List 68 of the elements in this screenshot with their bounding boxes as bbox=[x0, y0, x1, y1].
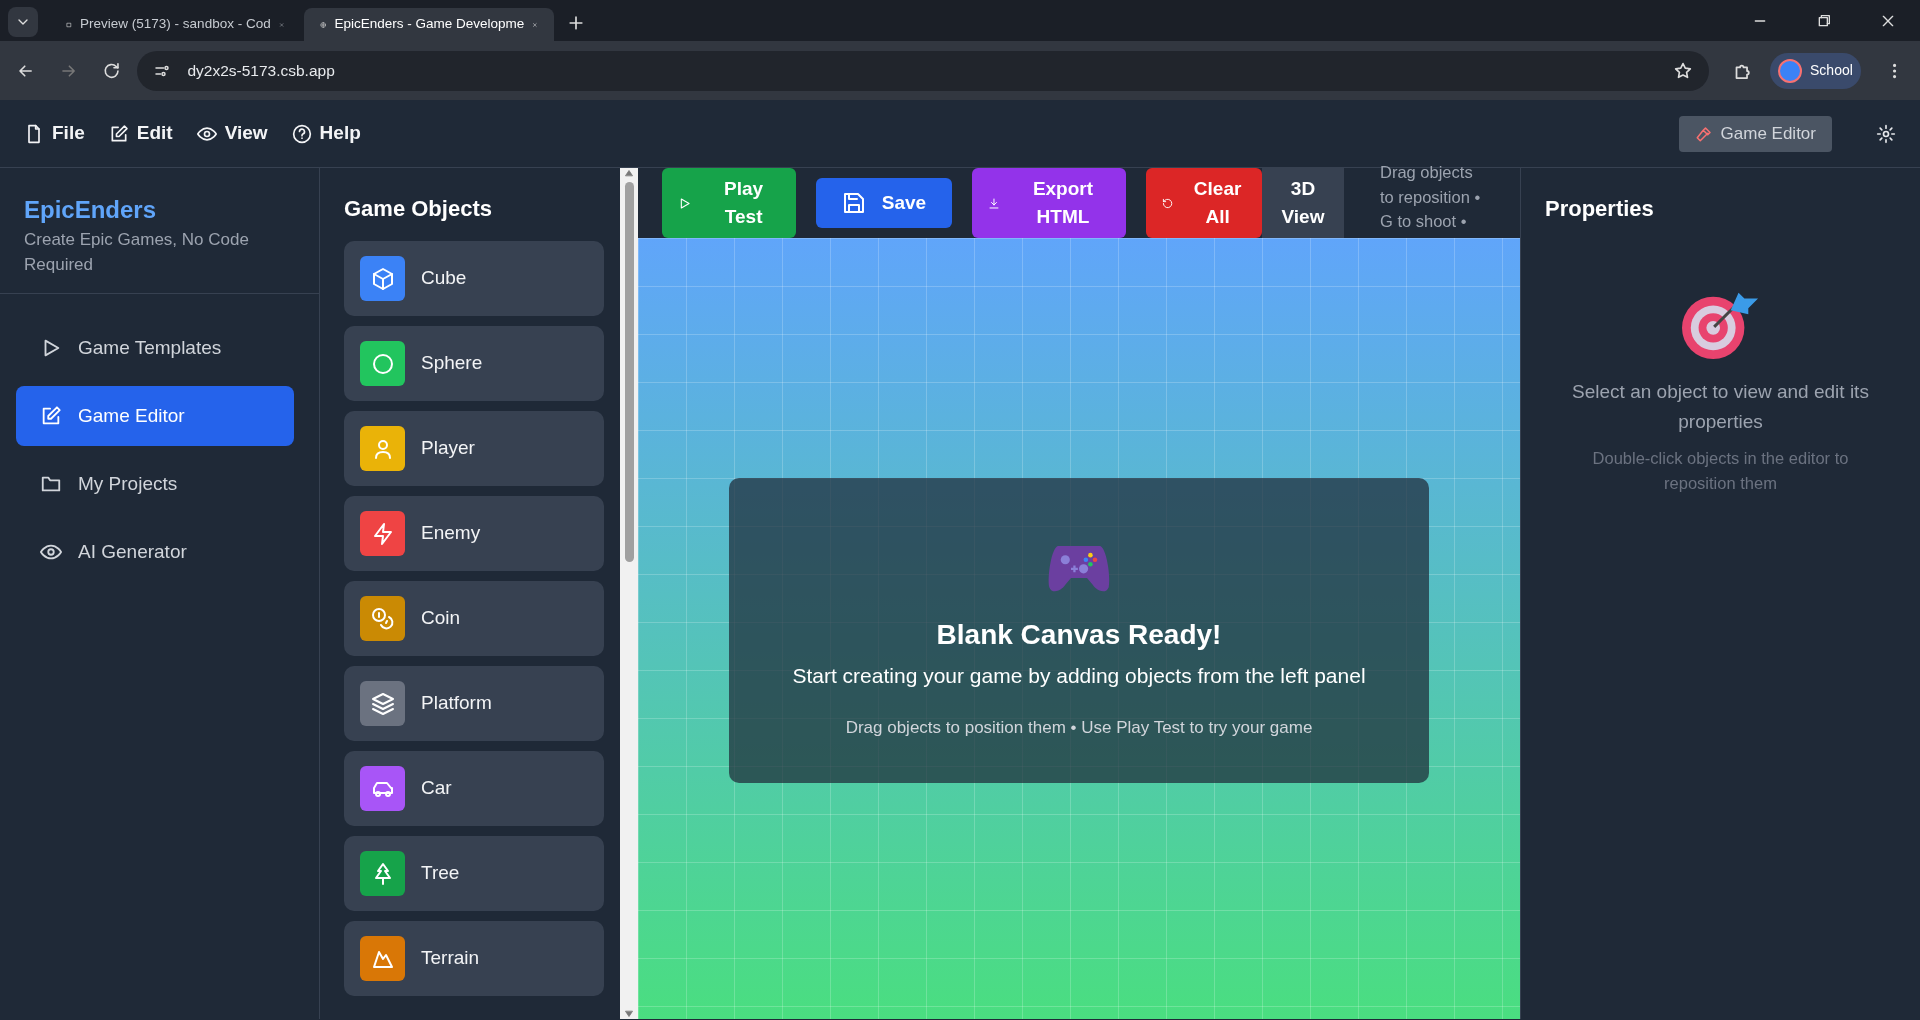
gamepad-icon bbox=[1048, 546, 1110, 592]
profile-button[interactable]: School bbox=[1770, 52, 1861, 89]
circle-icon bbox=[370, 351, 395, 376]
scrollbar[interactable] bbox=[620, 168, 638, 1019]
scrollbar-thumb[interactable] bbox=[624, 182, 634, 562]
url-text: dy2x2s-5173.csb.app bbox=[187, 60, 336, 81]
browser-tab[interactable]: EpicEnders - Game Developme bbox=[304, 8, 554, 41]
address-bar[interactable]: dy2x2s-5173.csb.app bbox=[137, 50, 1709, 91]
toolbar-hint: Drag objects to reposition • G to shoot • bbox=[1379, 161, 1481, 233]
object-item[interactable]: Terrain bbox=[344, 921, 604, 996]
restore-icon[interactable] bbox=[1816, 12, 1832, 29]
nav-item[interactable]: Game Templates bbox=[16, 318, 294, 379]
toolbar-button[interactable]: 3D View bbox=[1262, 168, 1344, 238]
object-item[interactable]: Platform bbox=[344, 666, 604, 741]
app-tagline: Create Epic Games, No Code Required bbox=[24, 229, 250, 276]
nav-item[interactable]: Game Editor bbox=[16, 386, 294, 447]
nav-item[interactable]: My Projects bbox=[16, 454, 294, 515]
tab-list-button[interactable] bbox=[8, 7, 38, 37]
scroll-down-icon bbox=[624, 1009, 634, 1019]
toolbar-button[interactable]: Clear All bbox=[1146, 168, 1262, 238]
object-label: Tree bbox=[421, 861, 460, 886]
coins-icon bbox=[370, 606, 395, 631]
object-label: Enemy bbox=[421, 521, 481, 546]
settings-icon[interactable] bbox=[1876, 123, 1896, 144]
menu-item[interactable]: Edit bbox=[108, 119, 173, 148]
star-icon[interactable] bbox=[1672, 60, 1693, 81]
layers-icon bbox=[370, 691, 395, 716]
tab-title: Preview (5173) - sandbox - Cod bbox=[80, 15, 271, 34]
object-item[interactable]: Sphere bbox=[344, 326, 604, 401]
canvas-title: Blank Canvas Ready! bbox=[936, 618, 1222, 652]
object-item[interactable]: Player bbox=[344, 411, 604, 486]
mode-button[interactable]: Game Editor bbox=[1678, 115, 1832, 152]
object-label: Player bbox=[421, 436, 475, 461]
play-icon bbox=[678, 195, 692, 211]
help-icon bbox=[291, 123, 312, 144]
cube-icon bbox=[370, 266, 395, 291]
object-item[interactable]: Cube bbox=[344, 241, 604, 316]
object-label: Platform bbox=[421, 691, 492, 716]
properties-message: Select an object to view and edit its properties bbox=[1571, 380, 1870, 435]
nav-item[interactable]: AI Generator bbox=[16, 522, 294, 583]
object-label: Cube bbox=[421, 266, 467, 291]
object-item[interactable]: Enemy bbox=[344, 496, 604, 571]
panel-title: Game Objects bbox=[344, 195, 493, 223]
canvas-hint: Drag objects to position them • Use Play Test to try your game bbox=[845, 717, 1313, 740]
object-item[interactable]: Coin bbox=[344, 581, 604, 656]
object-item[interactable]: Car bbox=[344, 751, 604, 826]
toolbar-button[interactable]: Save bbox=[816, 178, 952, 228]
menu-item[interactable]: View bbox=[196, 119, 268, 148]
tab-title: EpicEnders - Game Developme bbox=[334, 15, 525, 34]
toolbar-button[interactable]: Export HTML bbox=[972, 168, 1126, 238]
menu-item[interactable]: File bbox=[24, 119, 85, 148]
object-label: Car bbox=[421, 776, 452, 801]
object-label: Sphere bbox=[421, 351, 483, 376]
app-title: EpicEnders bbox=[24, 195, 158, 225]
object-label: Terrain bbox=[421, 946, 480, 971]
avatar-icon bbox=[1778, 58, 1802, 83]
reload-icon[interactable] bbox=[102, 60, 122, 81]
save-icon bbox=[841, 191, 866, 215]
object-label: Coin bbox=[421, 606, 461, 631]
canvas-subtitle: Start creating your game by adding objects from the left panel bbox=[792, 662, 1366, 689]
panel-title: Properties bbox=[1545, 195, 1655, 223]
properties-hint: Double-click objects in the editor to reposition them bbox=[1591, 447, 1850, 494]
game-canvas[interactable]: Blank Canvas Ready! Start creating your game by adding objects from the left panel Drag objects to position them • Use Play Test to try your game bbox=[638, 238, 1520, 1019]
target-icon bbox=[1681, 292, 1758, 360]
browser-tab[interactable]: Preview (5173) - sandbox - Cod bbox=[50, 8, 300, 41]
hammer-icon bbox=[1694, 124, 1713, 143]
menu-item[interactable]: Help bbox=[291, 119, 361, 148]
object-item[interactable]: Tree bbox=[344, 836, 604, 911]
